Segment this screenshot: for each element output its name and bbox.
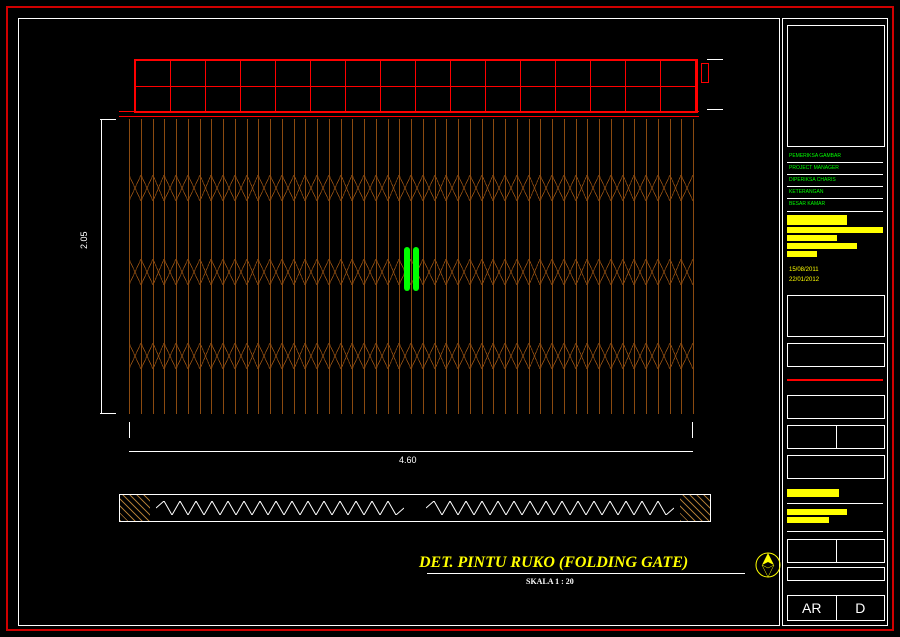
sheet-number: AR D — [787, 595, 885, 621]
folding-gate-elevation — [129, 119, 693, 414]
tb-yellow-band — [787, 215, 847, 225]
tb-yellow-band — [787, 517, 829, 523]
top-rail — [119, 111, 699, 117]
tb-yellow-band — [787, 235, 837, 241]
gate-track — [156, 501, 404, 515]
tb-date: 15/08/2011 — [789, 267, 819, 273]
drawing-scale: SKALA 1 : 20 — [526, 577, 574, 586]
dim-height-label: 2.05 — [79, 231, 89, 249]
tb-box — [787, 455, 885, 479]
tb-yellow-band — [787, 227, 883, 233]
tb-yellow-band — [787, 509, 847, 515]
dim-width-label: 4.60 — [399, 455, 417, 465]
tb-yellow-band — [787, 251, 817, 257]
side-mullion — [701, 63, 709, 83]
tb-row: PEMERIKSA GAMBAR — [789, 153, 841, 159]
plan-section — [119, 494, 711, 522]
tb-date: 22/01/2012 — [789, 277, 819, 283]
tb-logo-area — [787, 25, 885, 147]
tb-box — [787, 295, 885, 337]
title-block: PEMERIKSA GAMBAR PROJECT MANAGER DIPERIK… — [782, 18, 888, 626]
tb-box — [787, 539, 885, 563]
dimension-horizontal — [129, 451, 693, 452]
tb-box — [787, 425, 885, 449]
ext-line — [707, 109, 723, 110]
tb-row: DIPERIKSA CHARIS — [789, 177, 836, 183]
wall-hatch — [680, 495, 710, 521]
tb-row: PROJECT MANAGER — [789, 165, 839, 171]
dimension-vertical — [101, 119, 102, 414]
sheet-code-left: AR — [788, 596, 837, 620]
tb-box — [787, 343, 885, 367]
tb-divider — [787, 379, 883, 381]
tb-yellow-band — [787, 489, 839, 497]
transom-grid — [134, 59, 698, 113]
gate-track — [426, 501, 674, 515]
ext-line — [707, 59, 723, 60]
tb-row: KETERANGAN — [789, 189, 823, 195]
north-arrow-icon — [754, 551, 782, 579]
sheet-code-right: D — [837, 596, 885, 620]
drawing-area: 2.05 4.60 DET. PINTU RUKO (FOLDING GATE)… — [18, 18, 780, 626]
tb-yellow-band — [787, 243, 857, 249]
drawing-title: DET. PINTU RUKO (FOLDING GATE) — [419, 554, 688, 572]
title-underline — [427, 573, 745, 574]
tb-box — [787, 567, 885, 581]
wall-hatch — [120, 495, 150, 521]
tb-row: BESAR KAMAR — [789, 201, 825, 207]
tb-box — [787, 395, 885, 419]
